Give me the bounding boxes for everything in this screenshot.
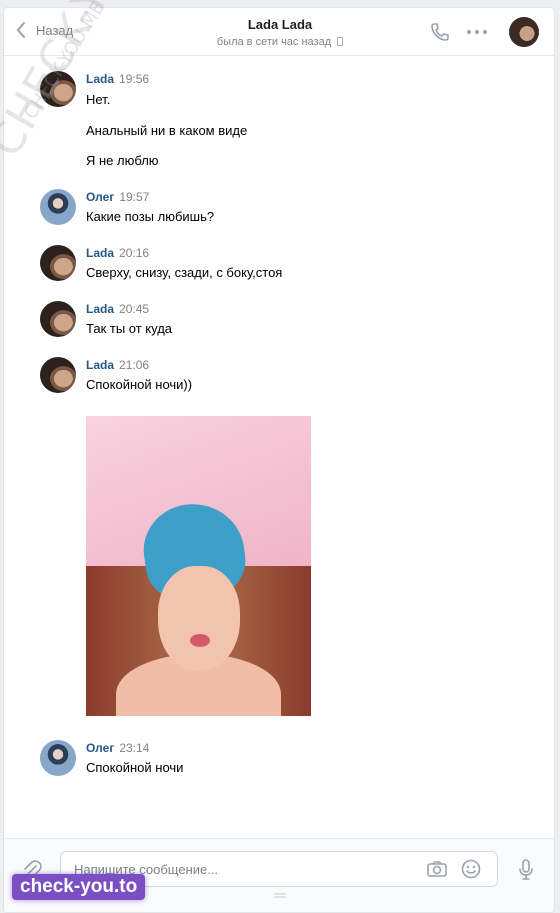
message-meta: Олег 23:14 <box>86 741 149 755</box>
resize-handle-icon[interactable] <box>274 893 286 898</box>
camera-icon[interactable] <box>427 861 447 877</box>
avatar[interactable] <box>40 71 76 107</box>
message-text: Спокойной ночи <box>86 760 184 775</box>
author-name[interactable]: Lada <box>86 72 114 86</box>
message-time[interactable]: 20:16 <box>119 246 149 260</box>
author-name[interactable]: Олег <box>86 741 114 755</box>
message-text: Нет. <box>86 92 111 107</box>
author-name[interactable]: Lada <box>86 246 114 260</box>
photo-lips <box>190 634 210 647</box>
more-icon[interactable] <box>467 30 487 34</box>
message-meta: Lada 19:56 <box>86 72 149 86</box>
watermark-badge: check-you.to <box>12 874 146 900</box>
avatar[interactable] <box>40 740 76 776</box>
message-time[interactable]: 20:45 <box>119 302 149 316</box>
online-status-text: была в сети час назад <box>216 36 332 48</box>
chat-title[interactable]: Lada Lada <box>154 17 406 32</box>
chevron-left-icon <box>16 22 25 38</box>
message-text: Спокойной ночи)) <box>86 377 193 392</box>
message-time[interactable]: 21:06 <box>119 358 149 372</box>
message-text: Сверху, снизу, сзади, с боку,стоя <box>86 265 283 280</box>
avatar[interactable] <box>40 189 76 225</box>
photo-attachment[interactable] <box>86 416 311 716</box>
avatar[interactable] <box>40 357 76 393</box>
message-time[interactable]: 19:57 <box>119 190 149 204</box>
photo-face <box>158 566 240 671</box>
emoji-icon[interactable] <box>461 859 481 879</box>
avatar[interactable] <box>40 301 76 337</box>
microphone-icon[interactable] <box>518 859 534 881</box>
phone-call-icon[interactable] <box>430 22 450 42</box>
message-time[interactable]: 23:14 <box>119 741 149 755</box>
author-name[interactable]: Олег <box>86 190 114 204</box>
back-button[interactable]: Назад <box>16 22 73 38</box>
author-name[interactable]: Lada <box>86 358 114 372</box>
mobile-icon <box>337 37 344 46</box>
message-meta: Олег 19:57 <box>86 190 149 204</box>
message-text: Так ты от куда <box>86 321 173 336</box>
author-name[interactable]: Lada <box>86 302 114 316</box>
message-text: Анальный ни в каком виде <box>86 123 248 138</box>
message-meta: Lada 20:16 <box>86 246 149 260</box>
message-text: Я не люблю <box>86 153 159 168</box>
avatar[interactable] <box>40 245 76 281</box>
online-status: была в сети час назад <box>154 36 406 48</box>
message-meta: Lada 21:06 <box>86 358 149 372</box>
back-label: Назад <box>36 22 74 38</box>
message-text: Какие позы любишь? <box>86 209 215 224</box>
message-time[interactable]: 19:56 <box>119 72 149 86</box>
chat-panel: Назад Lada Lada была в сети час назад La… <box>3 7 555 913</box>
chat-header: Назад Lada Lada была в сети час назад <box>4 8 554 56</box>
header-avatar[interactable] <box>509 17 539 47</box>
message-meta: Lada 20:45 <box>86 302 149 316</box>
